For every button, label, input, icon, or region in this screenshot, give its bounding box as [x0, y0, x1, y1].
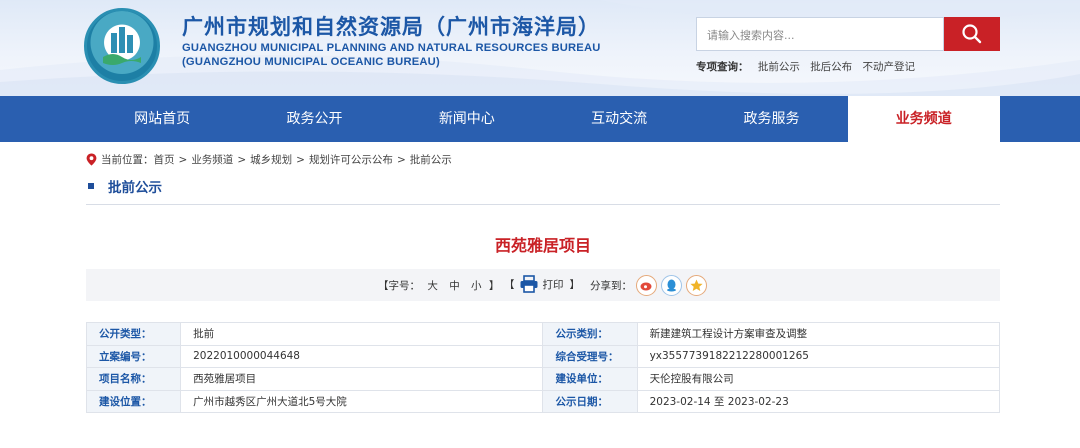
- nav-item-interaction[interactable]: 互动交流: [543, 96, 695, 142]
- value-notice-date: 2023-02-14 至 2023-02-23: [636, 389, 1001, 413]
- share-label: 分享到：: [590, 280, 632, 292]
- font-size-small[interactable]: 小: [471, 280, 482, 292]
- site-subtitle-en: (GUANGZHOU MUNICIPAL OCEANIC BUREAU): [182, 56, 440, 68]
- label-project-name: 项目名称：: [85, 367, 182, 391]
- qzone-icon[interactable]: [686, 275, 707, 296]
- label-developer: 建设单位：: [542, 367, 638, 391]
- font-size-label: 【字号：: [378, 280, 420, 292]
- special-query: 专项查询： 批前公示 批后公布 不动产登记: [696, 59, 922, 74]
- breadcrumb-separator: >: [178, 153, 188, 166]
- nav-item-gov-affairs[interactable]: 政务公开: [238, 96, 390, 142]
- qq-icon[interactable]: [661, 275, 682, 296]
- breadcrumb-business[interactable]: 业务频道: [191, 152, 233, 167]
- search-icon: [962, 24, 982, 44]
- value-notice-category: 新建建筑工程设计方案审查及调整: [636, 322, 1001, 346]
- value-project-name: 西苑雅居项目: [180, 367, 544, 391]
- table-row: 立案编号： 2022010000044648 综合受理号： yx35577391…: [85, 344, 1001, 368]
- table-row: 建设位置： 广州市越秀区广州大道北5号大院 公示日期： 2023-02-14 至…: [85, 389, 1001, 413]
- table-row: 公开类型： 批前 公示类别： 新建建筑工程设计方案审查及调整: [85, 322, 1001, 346]
- location-pin-icon: [86, 153, 97, 166]
- font-size-large[interactable]: 大: [427, 280, 438, 292]
- nav-item-services[interactable]: 政务服务: [695, 96, 847, 142]
- section-header: 批前公示: [86, 176, 1000, 205]
- special-query-label: 专项查询：: [696, 61, 749, 73]
- main-nav: 网站首页 政务公开 新闻中心 互动交流 政务服务 业务频道: [0, 96, 1080, 142]
- topic-link-property-registration[interactable]: 不动产登记: [863, 61, 916, 73]
- value-disclosure-type: 批前: [180, 322, 544, 346]
- site-title-en: GUANGZHOU MUNICIPAL PLANNING AND NATURAL…: [182, 42, 601, 54]
- print-button[interactable]: 【 打印 】: [504, 275, 580, 293]
- label-acceptance-number: 综合受理号：: [542, 344, 638, 368]
- breadcrumb-urban-planning[interactable]: 城乡规划: [250, 152, 292, 167]
- breadcrumb: 当前位置： 首页 > 业务频道 > 城乡规划 > 规划许可公示公布 > 批前公示: [86, 152, 452, 167]
- value-developer: 天伦控股有限公司: [636, 367, 1001, 391]
- breadcrumb-separator: >: [237, 153, 247, 166]
- share-bar: 分享到：: [590, 275, 707, 296]
- weibo-icon[interactable]: [636, 275, 657, 296]
- value-location: 广州市越秀区广州大道北5号大院: [180, 389, 544, 413]
- breadcrumb-planning-permits[interactable]: 规划许可公示公布: [309, 152, 393, 167]
- nav-item-home[interactable]: 网站首页: [86, 96, 238, 142]
- site-header: 广州市规划和自然资源局（广州市海洋局） GUANGZHOU MUNICIPAL …: [0, 0, 1080, 96]
- print-icon: [520, 275, 537, 293]
- label-notice-date: 公示日期：: [542, 389, 638, 413]
- breadcrumb-home[interactable]: 首页: [154, 152, 175, 167]
- breadcrumb-separator: >: [396, 153, 406, 166]
- font-size-bracket: 】: [488, 280, 500, 292]
- label-case-number: 立案编号：: [85, 344, 182, 368]
- topic-link-pre-notice[interactable]: 批前公示: [758, 61, 800, 73]
- breadcrumb-separator: >: [296, 153, 305, 166]
- print-bracket-close: 】: [569, 278, 581, 291]
- table-row: 项目名称： 西苑雅居项目 建设单位： 天伦控股有限公司: [85, 367, 1001, 391]
- project-info-table: 公开类型： 批前 公示类别： 新建建筑工程设计方案审查及调整 立案编号： 202…: [85, 322, 1001, 413]
- search-button[interactable]: [944, 17, 1000, 51]
- article-toolbar: 【字号： 大 中 小 】 【 打印 】 分享到：: [86, 269, 1000, 301]
- label-disclosure-type: 公开类型：: [85, 322, 182, 346]
- font-size-medium[interactable]: 中: [449, 280, 460, 292]
- breadcrumb-current[interactable]: 批前公示: [410, 152, 452, 167]
- label-notice-category: 公示类别：: [542, 322, 638, 346]
- search-input[interactable]: 请输入搜索内容...: [696, 17, 944, 51]
- print-bracket-open: 【: [504, 278, 515, 291]
- section-title: 批前公示: [108, 180, 162, 196]
- print-label: 打印: [542, 278, 564, 291]
- nav-item-business[interactable]: 业务频道: [847, 96, 1000, 142]
- site-title: 广州市规划和自然资源局（广州市海洋局）: [182, 15, 600, 39]
- value-case-number: 2022010000044648: [180, 344, 544, 368]
- value-acceptance-number: yx3557739182212280001265: [636, 344, 1001, 368]
- article-title: 西苑雅居项目: [494, 236, 591, 255]
- logo-emblem[interactable]: [84, 8, 160, 84]
- label-location: 建设位置：: [85, 389, 182, 413]
- section-marker: [88, 183, 94, 189]
- breadcrumb-label: 当前位置：: [101, 154, 154, 166]
- topic-link-post-notice[interactable]: 批后公布: [810, 61, 852, 73]
- nav-item-news[interactable]: 新闻中心: [391, 96, 543, 142]
- font-size-control: 【字号： 大 中 小 】: [378, 278, 499, 293]
